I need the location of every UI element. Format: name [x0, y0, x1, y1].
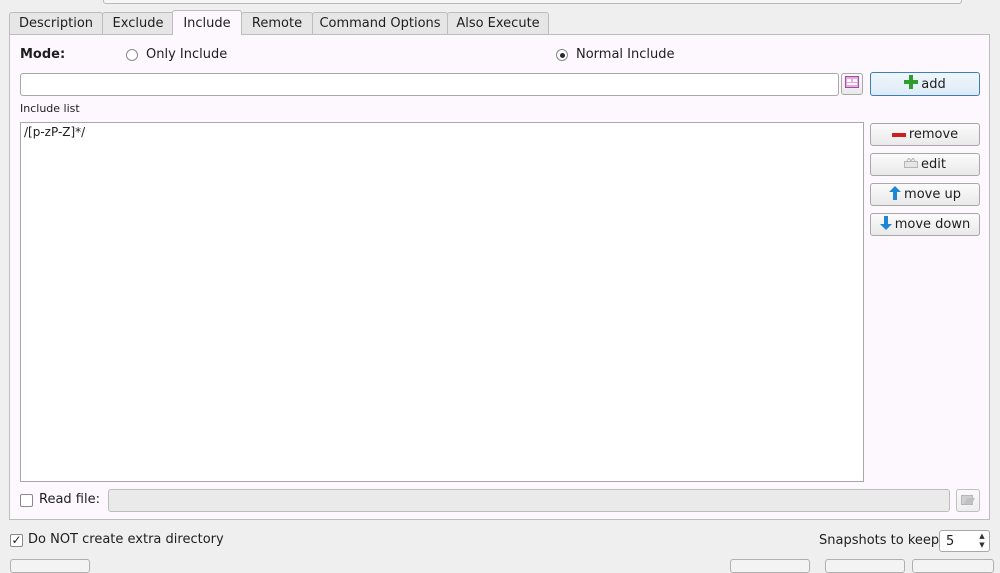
tab-exclude[interactable]: Exclude [102, 12, 174, 34]
tab-label: Remote [251, 16, 303, 31]
normal-include-label[interactable]: Normal Include [576, 47, 675, 62]
normal-include-radio[interactable] [556, 49, 568, 61]
tab-remote[interactable]: Remote [241, 12, 313, 34]
only-include-radio[interactable] [126, 49, 138, 61]
snapshots-label: Snapshots to keep: [819, 533, 944, 548]
file-picker-button[interactable] [841, 73, 863, 95]
file-picker-icon [845, 76, 859, 92]
minus-icon [891, 127, 906, 142]
bottom-button-1[interactable] [730, 559, 810, 573]
move-up-button-label: move up [904, 187, 961, 202]
remove-button-label: remove [908, 127, 959, 142]
tab-label: Command Options [319, 16, 441, 31]
top-field-edge [103, 0, 962, 4]
include-pattern-input[interactable] [20, 73, 839, 96]
edit-button-label: edit [921, 157, 946, 172]
tab-label: Exclude [112, 16, 164, 31]
snapshots-spinbox[interactable]: 5 ▲ ▼ [939, 530, 990, 552]
read-file-input[interactable] [108, 489, 950, 512]
bottom-button-3[interactable] [912, 559, 994, 573]
bottom-button-2[interactable] [825, 559, 905, 573]
move-down-button-label: move down [894, 217, 971, 232]
bottom-left-button[interactable] [10, 559, 90, 573]
list-item[interactable]: /[p-zP-Z]*/ [21, 123, 863, 141]
add-button-label: add [921, 76, 946, 92]
edit-button[interactable]: edit [870, 153, 980, 176]
tab-also-execute[interactable]: Also Execute [447, 12, 549, 34]
spin-arrows-icon[interactable]: ▲ ▼ [977, 532, 987, 550]
read-file-browse-button[interactable] [956, 489, 980, 512]
tab-label: Also Execute [456, 16, 540, 31]
tab-label: Include [183, 16, 231, 31]
move-up-button[interactable]: move up [870, 183, 980, 206]
arrow-down-icon [879, 215, 892, 234]
move-down-button[interactable]: move down [870, 213, 980, 236]
tab-include[interactable]: Include [172, 10, 242, 35]
include-list-label: Include list [20, 102, 80, 115]
plus-icon [904, 75, 919, 93]
remove-button[interactable]: remove [870, 123, 980, 146]
only-include-label[interactable]: Only Include [146, 47, 227, 62]
include-list[interactable]: /[p-zP-Z]*/ [20, 122, 864, 482]
read-file-label[interactable]: Read file: [39, 492, 100, 507]
edit-icon [904, 157, 919, 172]
open-file-icon [961, 493, 975, 509]
arrow-up-icon [889, 185, 902, 204]
add-button[interactable]: add [870, 72, 980, 96]
no-extra-dir-checkbox[interactable]: ✓ [10, 534, 23, 547]
mode-label: Mode: [20, 47, 66, 62]
snapshots-value: 5 [946, 534, 955, 549]
read-file-checkbox[interactable] [20, 494, 33, 507]
tab-command-options[interactable]: Command Options [312, 12, 448, 34]
tab-label: Description [18, 16, 94, 31]
tab-description[interactable]: Description [9, 12, 103, 34]
no-extra-dir-label[interactable]: Do NOT create extra directory [28, 532, 224, 547]
